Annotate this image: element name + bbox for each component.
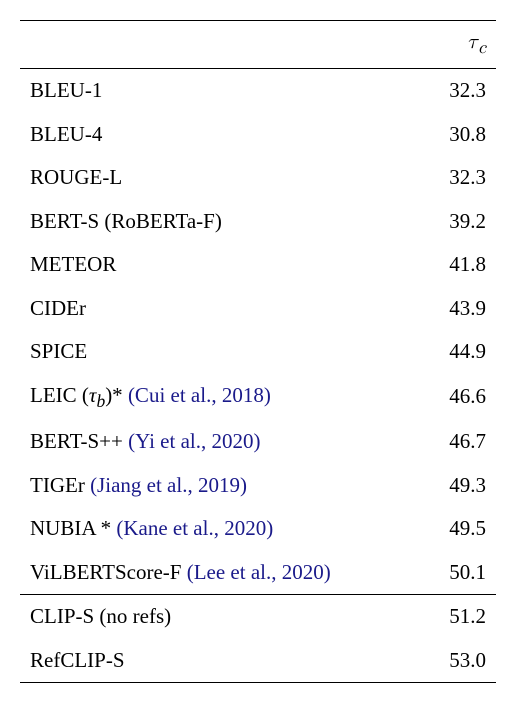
- metric-value-cell: 39.2: [377, 200, 496, 244]
- metric-name-cell: ViLBERTScore-F (Lee et al., 2020): [20, 551, 377, 595]
- citation: (Lee et al., 2020): [187, 560, 331, 584]
- table-row: CIDEr43.9: [20, 287, 496, 331]
- metric-name-cell: BERT-S++ (Yi et al., 2020): [20, 420, 377, 464]
- metric-name-cell: SPICE: [20, 330, 377, 374]
- header-empty: [20, 21, 377, 69]
- metric-name-cell: ROUGE-L: [20, 156, 377, 200]
- table-row: ViLBERTScore-F (Lee et al., 2020)50.1: [20, 551, 496, 595]
- metric-name-cell: BERT-S (RoBERTa-F): [20, 200, 377, 244]
- metric-value-cell: 30.8: [377, 113, 496, 157]
- metric-value-cell: 32.3: [377, 156, 496, 200]
- citation: (Kane et al., 2020): [116, 516, 273, 540]
- table-row: BLEU-132.3: [20, 69, 496, 113]
- metric-value-cell: 51.2: [377, 595, 496, 639]
- table-row: RefCLIP-S53.0: [20, 639, 496, 683]
- table-row: LEIC (τb)* (Cui et al., 2018)46.6: [20, 374, 496, 420]
- metric-name-cell: CIDEr: [20, 287, 377, 331]
- metric-name-cell: RefCLIP-S: [20, 639, 377, 683]
- citation: (Cui et al., 2018): [128, 383, 271, 407]
- metric-value-cell: 44.9: [377, 330, 496, 374]
- metric-name-cell: CLIP-S (no refs): [20, 595, 377, 639]
- metric-value-cell: 32.3: [377, 69, 496, 113]
- metric-value-cell: 53.0: [377, 639, 496, 683]
- header-metric: τc: [377, 21, 496, 69]
- metric-value-cell: 43.9: [377, 287, 496, 331]
- table-row: TIGEr (Jiang et al., 2019)49.3: [20, 464, 496, 508]
- metric-name-cell: BLEU-4: [20, 113, 377, 157]
- table-row: ROUGE-L32.3: [20, 156, 496, 200]
- table-row: BLEU-430.8: [20, 113, 496, 157]
- table-row: METEOR41.8: [20, 243, 496, 287]
- table-row: CLIP-S (no refs)51.2: [20, 595, 496, 639]
- metric-value-cell: 49.5: [377, 507, 496, 551]
- citation: (Yi et al., 2020): [128, 429, 260, 453]
- metric-name-cell: TIGEr (Jiang et al., 2019): [20, 464, 377, 508]
- metric-name-cell: LEIC (τb)* (Cui et al., 2018): [20, 374, 377, 420]
- metric-value-cell: 46.6: [377, 374, 496, 420]
- metric-value-cell: 41.8: [377, 243, 496, 287]
- results-table: τc BLEU-132.3BLEU-430.8ROUGE-L32.3BERT-S…: [20, 20, 496, 683]
- metric-value-cell: 46.7: [377, 420, 496, 464]
- metric-name-cell: NUBIA * (Kane et al., 2020): [20, 507, 377, 551]
- table-row: BERT-S++ (Yi et al., 2020)46.7: [20, 420, 496, 464]
- table-row: NUBIA * (Kane et al., 2020)49.5: [20, 507, 496, 551]
- metric-name-cell: METEOR: [20, 243, 377, 287]
- metric-value-cell: 49.3: [377, 464, 496, 508]
- table-row: BERT-S (RoBERTa-F)39.2: [20, 200, 496, 244]
- metric-name-cell: BLEU-1: [20, 69, 377, 113]
- table-row: SPICE44.9: [20, 330, 496, 374]
- metric-value-cell: 50.1: [377, 551, 496, 595]
- citation: (Jiang et al., 2019): [90, 473, 247, 497]
